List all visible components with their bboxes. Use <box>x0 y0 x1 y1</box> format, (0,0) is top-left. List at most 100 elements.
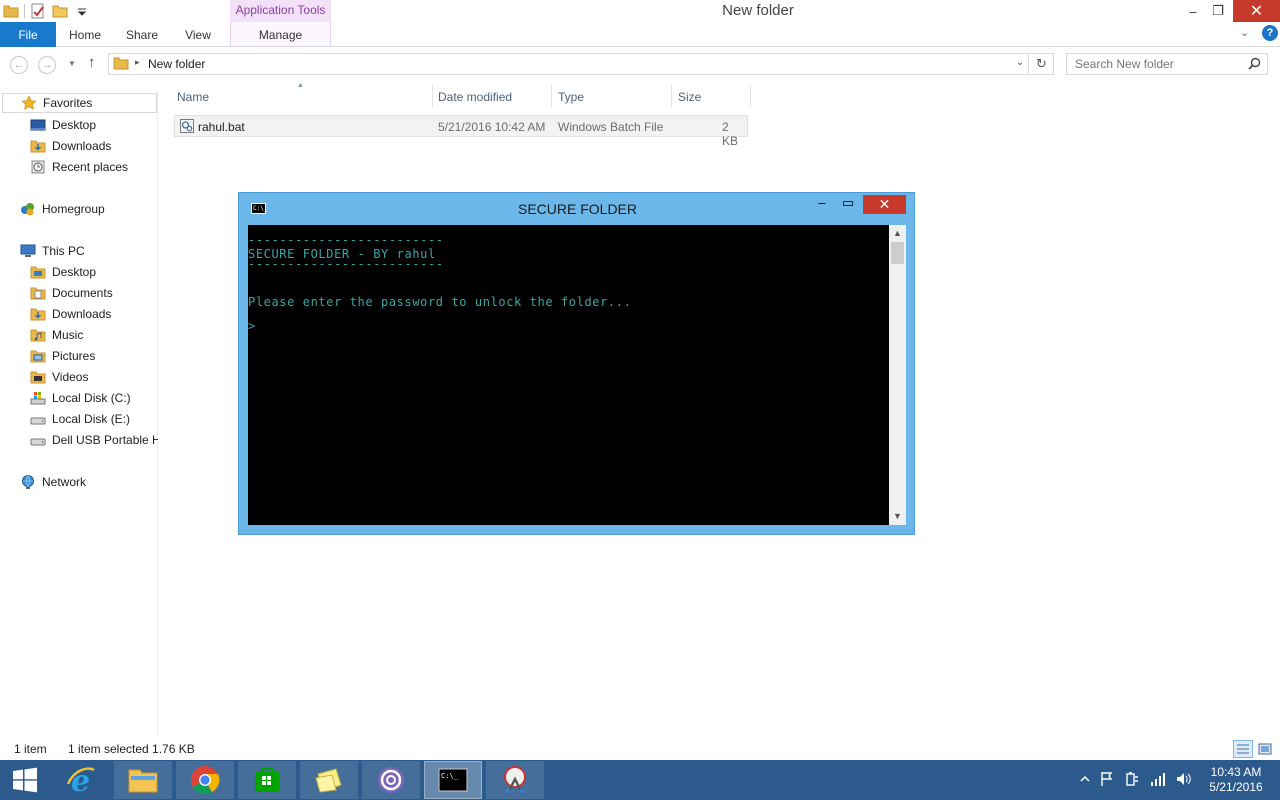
internet-explorer-icon: e <box>66 764 95 796</box>
nav-label: Pictures <box>52 349 96 363</box>
power-icon[interactable] <box>1124 771 1140 790</box>
title-bar: Application Tools New folder – ❐ ✕ <box>0 0 1280 22</box>
system-tray <box>1080 760 1192 800</box>
taskbar-command-prompt[interactable]: C:\_ <box>424 761 482 799</box>
column-header-date-modified[interactable]: Date modified <box>438 90 512 104</box>
nav-label: Videos <box>52 370 89 384</box>
column-divider[interactable] <box>750 84 751 108</box>
column-header-name[interactable]: Name <box>177 90 209 104</box>
nav-network[interactable]: Network <box>20 472 86 492</box>
show-hidden-icons-icon[interactable] <box>1080 773 1090 787</box>
tab-file[interactable]: File <box>0 22 56 47</box>
chevron-down-icon[interactable]: ⌄ <box>1016 57 1024 68</box>
minimize-button[interactable]: – <box>1180 0 1206 22</box>
separator <box>24 4 25 18</box>
nav-this-pc-documents[interactable]: Documents <box>30 283 113 303</box>
svg-text:C:\_: C:\_ <box>441 772 459 780</box>
nav-favorites-downloads[interactable]: Downloads <box>30 136 111 156</box>
column-header-size[interactable]: Size <box>678 90 701 104</box>
console-scrollbar[interactable]: ▲ ▼ <box>889 225 906 525</box>
recent-locations-icon[interactable]: ▼ <box>68 59 76 68</box>
usb-drive-icon <box>30 438 46 446</box>
maximize-button[interactable]: ❐ <box>1205 0 1231 22</box>
breadcrumb-separator[interactable]: ▸ <box>135 57 140 68</box>
windows-logo-icon <box>13 767 37 793</box>
close-button[interactable]: ✕ <box>1233 0 1280 22</box>
tab-view[interactable]: View <box>178 22 218 47</box>
nav-label: Dell USB Portable HDD <box>52 433 158 447</box>
nav-label: Music <box>52 328 84 342</box>
network-signal-icon[interactable] <box>1150 771 1166 790</box>
console-line: Please enter the password to unlock the … <box>248 295 632 309</box>
nav-this-pc-local-disk-c[interactable]: Local Disk (C:) <box>30 388 131 408</box>
tab-manage[interactable]: Manage <box>230 22 331 47</box>
taskbar-bittorrent[interactable] <box>362 761 420 799</box>
file-name[interactable]: rahul.bat <box>198 120 245 134</box>
nav-this-pc[interactable]: This PC <box>20 241 85 261</box>
nav-favorites[interactable]: Favorites <box>2 93 157 113</box>
console-minimize-button[interactable]: – <box>810 195 834 215</box>
breadcrumb-new-folder[interactable]: New folder <box>148 57 205 71</box>
large-icons-view-icon[interactable] <box>1257 741 1273 757</box>
back-button[interactable]: ← <box>10 56 28 74</box>
console-window[interactable]: C:\_ SECURE FOLDER – ▭ ✕ ---------------… <box>238 192 915 535</box>
console-close-button[interactable]: ✕ <box>863 195 906 214</box>
taskbar-file-explorer[interactable] <box>114 761 172 799</box>
nav-favorites-recent-places[interactable]: Recent places <box>30 157 128 177</box>
search-input[interactable] <box>1067 54 1243 74</box>
nav-favorites-desktop[interactable]: Desktop <box>30 115 96 135</box>
tab-home[interactable]: Home <box>62 22 108 47</box>
forward-button[interactable]: → <box>38 56 56 74</box>
nav-homegroup[interactable]: Homegroup <box>20 199 105 219</box>
console-line: ------------------------- <box>248 233 444 247</box>
status-bar: 1 item 1 item selected 1.76 KB <box>0 738 1280 760</box>
column-divider[interactable] <box>551 84 552 108</box>
column-header-type[interactable]: Type <box>558 90 584 104</box>
sticky-notes-icon <box>315 768 342 793</box>
volume-icon[interactable] <box>1176 771 1192 790</box>
taskbar-snipping-tool[interactable] <box>486 761 544 799</box>
taskbar-store[interactable] <box>238 761 296 799</box>
nav-label: Desktop <box>52 118 97 132</box>
properties-icon[interactable] <box>29 2 47 20</box>
search-box[interactable] <box>1066 53 1268 75</box>
scroll-down-icon[interactable]: ▼ <box>889 508 906 525</box>
nav-this-pc-music[interactable]: Music <box>30 325 83 345</box>
tab-share[interactable]: Share <box>120 22 164 47</box>
nav-label: Downloads <box>52 307 112 321</box>
help-icon[interactable]: ? <box>1262 25 1278 41</box>
nav-this-pc-pictures[interactable]: Pictures <box>30 346 95 366</box>
nav-this-pc-videos[interactable]: Videos <box>30 367 88 387</box>
start-button[interactable] <box>0 761 50 799</box>
taskbar-internet-explorer[interactable]: e <box>52 761 110 799</box>
up-button[interactable]: ↑ <box>88 54 96 71</box>
clock[interactable]: 10:43 AM 5/21/2016 <box>1200 765 1272 795</box>
taskbar-sticky-notes[interactable] <box>300 761 358 799</box>
taskbar-chrome[interactable] <box>176 761 234 799</box>
details-view-icon[interactable] <box>1233 740 1253 758</box>
search-icon[interactable] <box>1248 57 1261 73</box>
column-divider[interactable] <box>432 84 433 108</box>
computer-icon <box>20 244 36 257</box>
scrollbar-thumb[interactable] <box>891 242 904 264</box>
column-divider[interactable] <box>671 84 672 108</box>
nav-this-pc-local-disk-e[interactable]: Local Disk (E:) <box>30 409 130 429</box>
address-bar[interactable]: ▸ New folder ⌄ <box>108 53 1029 75</box>
nav-this-pc-dell-usb[interactable]: Dell USB Portable HDD <box>30 430 158 450</box>
recent-places-icon <box>31 160 45 174</box>
customize-qat-icon[interactable] <box>73 2 91 20</box>
console-maximize-button[interactable]: ▭ <box>836 195 860 215</box>
action-center-flag-icon[interactable] <box>1100 771 1114 790</box>
expand-ribbon-icon[interactable]: ⌄ <box>1240 26 1249 39</box>
scroll-up-icon[interactable]: ▲ <box>889 225 906 242</box>
new-folder-icon[interactable] <box>51 2 69 20</box>
nav-this-pc-desktop[interactable]: Desktop <box>30 262 96 282</box>
nav-this-pc-downloads[interactable]: Downloads <box>30 304 111 324</box>
file-row[interactable]: rahul.bat 5/21/2016 10:42 AM Windows Bat… <box>174 115 748 148</box>
pictures-folder-icon <box>30 350 46 363</box>
console-output[interactable]: ------------------------- SECURE FOLDER … <box>248 225 889 525</box>
folder-icon[interactable] <box>2 2 20 20</box>
refresh-button[interactable]: ↻ <box>1030 53 1054 75</box>
nav-label: Favorites <box>43 96 93 110</box>
navigation-bar: ← → ▼ ↑ ▸ New folder ⌄ ↻ <box>0 48 1280 82</box>
